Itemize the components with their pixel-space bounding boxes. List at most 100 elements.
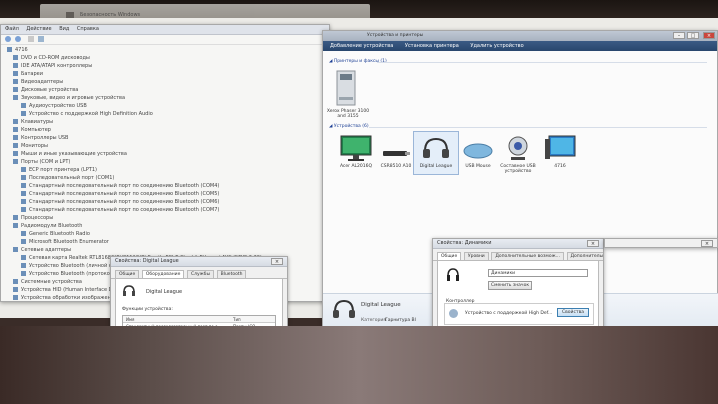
headset-icon (122, 285, 136, 299)
col-type[interactable]: Тип (233, 317, 241, 322)
tree-item[interactable]: Стандартный последовательный порт по сое… (7, 198, 323, 206)
sound-card-icon (449, 309, 458, 318)
device-category-icon (21, 255, 26, 260)
tree-item[interactable]: Видеоадаптеры (7, 78, 323, 86)
tree-item-label: Устройство с поддержкой High Definition … (29, 111, 153, 117)
close-button[interactable]: × (271, 258, 283, 265)
tab-general[interactable]: Общие (437, 252, 462, 260)
back-icon[interactable] (5, 36, 11, 42)
tree-item-label: Видеоадаптеры (21, 79, 64, 85)
tree-item[interactable]: Мыши и иные указывающие устройства (7, 150, 323, 158)
device-category-icon (21, 175, 26, 180)
scan-icon[interactable] (37, 36, 44, 42)
tree-item-label: Устройства обработки изображений (21, 295, 118, 301)
col-name[interactable]: Имя (126, 317, 134, 322)
device-webcam[interactable]: Составное USB устройство (495, 135, 541, 174)
tree-item[interactable]: IDE ATA/ATAPI контроллеры (7, 62, 323, 70)
tree-item[interactable]: DVD и CD-ROM дисководы (7, 54, 323, 62)
tree-item-label: IDE ATA/ATAPI контроллеры (21, 63, 93, 69)
tree-item[interactable]: Процессоры (7, 214, 323, 222)
close-button[interactable]: × (703, 32, 715, 39)
controller-value: Устройство с поддержкой High Def... (465, 311, 553, 316)
tree-item-label: Microsoft Bluetooth Enumerator (29, 239, 109, 245)
tree-item-label: Мыши и иные указывающие устройства (21, 151, 127, 157)
tree-item[interactable]: Стандартный последовательный порт по сое… (7, 206, 323, 214)
tree-item[interactable]: Аудиоустройство USB (7, 102, 323, 110)
tree-item-label: Звуковые, видео и игровые устройства (21, 95, 126, 101)
tree-item-label: 4716 (15, 47, 28, 53)
menu-view[interactable]: Вид (59, 26, 69, 32)
tab-general[interactable]: Общие (115, 270, 140, 278)
tree-item[interactable]: Дисковые устройства (7, 86, 323, 94)
tree-item[interactable]: Устройство с поддержкой High Definition … (7, 110, 323, 118)
change-icon-button[interactable]: Сменить значок (488, 281, 532, 290)
tree-item[interactable]: Звуковые, видео и игровые устройства (7, 94, 323, 102)
tree-item[interactable]: Generic Bluetooth Radio (7, 230, 323, 238)
devices-printers-titlebar: Устройства и принтеры – □ × (323, 31, 717, 41)
device-category-icon (13, 55, 18, 60)
tree-item[interactable]: Сетевые адаптеры (7, 246, 323, 254)
computer-icon (543, 135, 577, 161)
properties-button[interactable]: Свойства (557, 308, 589, 317)
tree-item-label: DVD и CD-ROM дисководы (21, 55, 90, 61)
tree-item[interactable]: Мониторы (7, 142, 323, 150)
menu-file[interactable]: Файл (5, 26, 19, 32)
tree-item[interactable]: Контроллеры USB (7, 134, 323, 142)
device-category-icon (13, 95, 18, 100)
device-printer[interactable]: Xerox Phaser 3100 and 3155 (325, 69, 371, 119)
tab-bluetooth[interactable]: Bluetooth (216, 270, 247, 278)
device-category-icon (7, 47, 12, 52)
tree-item[interactable]: Стандартный последовательный порт по сое… (7, 182, 323, 190)
close-button[interactable]: × (587, 240, 599, 247)
device-name-field[interactable]: Динамики (488, 269, 588, 277)
device-category-icon (21, 263, 26, 268)
device-category-icon (13, 71, 18, 76)
device-category-icon (13, 247, 18, 252)
menu-action[interactable]: Действие (26, 26, 51, 32)
tab-services[interactable]: Службы (186, 270, 215, 278)
devices-header-label: Устройства (6) (333, 124, 369, 129)
tree-item[interactable]: Компьютер (7, 126, 323, 134)
devices-header[interactable]: ◢ Устройства (6) (329, 124, 369, 129)
device-category-icon (13, 127, 18, 132)
forward-icon[interactable] (14, 36, 21, 42)
menu-help[interactable]: Справка (77, 26, 99, 32)
tree-item[interactable]: Стандартный последовательный порт по сое… (7, 190, 323, 198)
device-category-icon (13, 151, 18, 156)
tree-item[interactable]: Клавиатуры (7, 118, 323, 126)
add-printer-button[interactable]: Установка принтера (400, 41, 464, 51)
tree-item[interactable]: Порты (COM и LPT) (7, 158, 323, 166)
device-headset[interactable]: Digital League (413, 131, 459, 175)
device-manager-toolbar (1, 35, 329, 45)
device-computer[interactable]: 4716 (537, 135, 583, 169)
tree-item-label: Процессоры (21, 215, 54, 221)
tree-item-label: Стандартный последовательный порт по сое… (29, 207, 220, 213)
device-category-icon (21, 199, 26, 204)
close-button[interactable]: × (701, 240, 713, 247)
tree-item[interactable]: Microsoft Bluetooth Enumerator (7, 238, 323, 246)
remove-device-button[interactable]: Удалить устройство (465, 41, 528, 51)
tree-item[interactable]: 4716 (7, 46, 323, 54)
tree-item[interactable]: Последовательный порт (COM1) (7, 174, 323, 182)
add-device-button[interactable]: Добавление устройства (325, 41, 398, 51)
devices-divider (369, 127, 707, 128)
tree-item-label: Порты (COM и LPT) (21, 159, 71, 165)
tab-levels[interactable]: Уровни (463, 252, 489, 260)
device-category-icon (13, 135, 18, 140)
tree-item[interactable]: Радиомодули Bluetooth (7, 222, 323, 230)
tab-advanced[interactable]: Дополнительно (566, 252, 603, 260)
speakers-properties-title: Свойства: Динамики (437, 240, 492, 246)
tab-enhancements[interactable]: Дополнительные возмож... (491, 252, 564, 260)
tree-item-label: ECP порт принтера (LPT1) (29, 167, 97, 173)
tree-item[interactable]: Батареи (7, 70, 323, 78)
maximize-button[interactable]: □ (687, 32, 699, 39)
device-category-icon (13, 79, 18, 84)
tab-hardware[interactable]: Оборудование (141, 270, 185, 278)
webcam-icon (501, 135, 535, 161)
tree-item[interactable]: ECP порт принтера (LPT1) (7, 166, 323, 174)
device-category-icon (21, 167, 26, 172)
minimize-button[interactable]: – (673, 32, 685, 39)
properties-icon[interactable] (28, 36, 35, 42)
desk-area (0, 326, 718, 404)
tree-item-label: Клавиатуры (21, 119, 54, 125)
